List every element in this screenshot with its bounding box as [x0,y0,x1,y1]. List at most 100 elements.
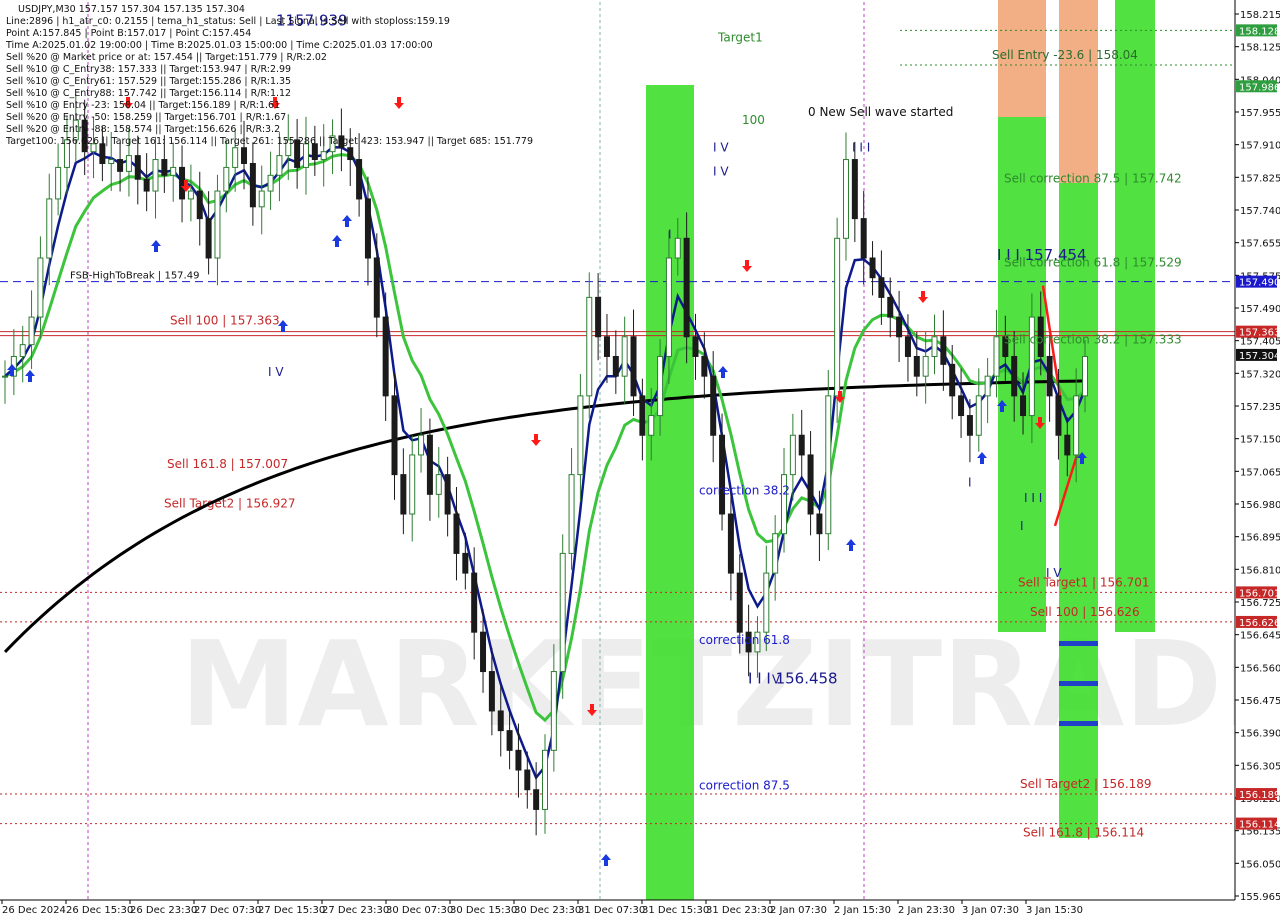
candle-body [249,162,256,208]
candle-body [683,237,690,338]
candle-body [834,237,841,397]
chart-root: MARKETZITRADE Sell 100 | 157.363 Sell 161… [0,0,1280,920]
candle-body [630,336,637,397]
annotation-1: 100 [742,113,765,127]
candle-body [586,296,593,397]
price-chart[interactable]: MARKETZITRADE Sell 100 | 157.363Sell 161… [0,0,1280,920]
y-tick-label: 156.980 [1240,500,1280,511]
candle-body [559,552,566,673]
price-badge-label: 157.363 [1239,328,1280,339]
y-tick-label: 157.320 [1240,369,1280,380]
candle-body [904,336,911,357]
annotation-3: I V [713,141,729,155]
x-tick-label: 27 Dec 15:30 [258,905,325,916]
candle-body [480,631,487,673]
annotation-15: I V [1046,566,1062,580]
candle-body [878,277,885,298]
y-tick-label: 157.490 [1240,304,1280,315]
y-tick-label: 157.655 [1240,239,1280,250]
zone-3 [1059,0,1098,183]
candle-body [692,336,699,357]
candle-body [719,434,726,515]
candle-body [435,474,442,495]
candle-body [170,166,177,176]
candle-body [816,513,823,535]
level-label-6: Sell Target2 | 156.189 [1020,777,1152,791]
candle-body [453,513,460,554]
y-tick-label: 157.065 [1240,467,1280,478]
x-tick-label: 26 Dec 2024 [2,905,66,916]
annotation-13: I V [713,164,729,178]
candle-body [807,454,814,515]
candle-body [19,344,26,357]
candle-body [471,572,478,633]
annotation-20: I [968,475,972,489]
candle-body [55,166,62,200]
candle-body [524,769,531,791]
candle-body [621,336,628,377]
annotation-14: I V [268,365,284,379]
candle-body [302,143,309,168]
price-badge-label: 156.701 [1239,588,1280,599]
price-badge-label: 157.304 [1239,351,1280,362]
price-badge-label: 156.626 [1239,618,1280,629]
annotation-7: correction 38.2 [699,483,790,497]
header-line-2: Point A:157.845 | Point B:157.017 | Poin… [6,28,251,39]
y-tick-label: 157.825 [1240,173,1280,184]
candle-body [267,174,274,192]
annotation-0: Target1 [717,30,763,44]
target-bar-0 [1059,641,1098,646]
x-tick-label: 2 Jan 15:30 [834,905,891,916]
level-label-0: Sell 100 | 157.363 [170,314,280,328]
candle-body [674,237,681,259]
zone-0 [646,85,694,900]
price-badge-label: 158.128 [1239,26,1280,37]
candle-body [542,749,548,810]
x-tick-label: 3 Jan 15:30 [1026,905,1083,916]
level-label-1: Sell 161.8 | 157.007 [167,457,288,471]
candle-body [772,533,779,574]
y-tick-label: 156.305 [1240,761,1280,772]
candle-body [37,257,44,318]
y-tick-label: 156.475 [1240,696,1280,707]
annotation-2: 0 New Sell wave started [808,105,953,119]
header-line-5: Sell %10 @ C_Entry38: 157.333 || Target:… [6,64,291,75]
candle-body [1055,395,1062,436]
candle-body [232,147,239,168]
y-tick-label: 156.390 [1240,729,1280,740]
candle-body [223,166,230,192]
candle-body [710,375,717,436]
candle-body [665,257,672,357]
candle-body [444,474,451,515]
x-tick-label: 26 Dec 23:30 [130,905,197,916]
price-badge-label: 157.490 [1239,278,1280,289]
candle-body [117,159,124,172]
candle-body [400,474,407,515]
y-tick-label: 158.125 [1240,43,1280,54]
candle-body [125,155,132,172]
y-tick-label: 157.150 [1240,435,1280,446]
header-line-1: Line:2896 | h1_atr_c0: 0.2155 | tema_h1_… [6,16,450,27]
candle-body [993,336,1000,377]
candle-body [657,355,664,417]
candle-body [639,395,646,436]
candle-body [701,355,708,377]
level-label-2: Sell Target2 | 156.927 [164,496,296,510]
level-label-5: Sell 100 | 156.626 [1030,605,1140,619]
candle-body [612,355,619,377]
price-badge-label: 156.189 [1239,790,1280,801]
candle-body [851,159,858,220]
x-tick-label: 30 Dec 15:30 [450,905,517,916]
x-tick-label: 2 Jan 07:30 [770,905,827,916]
header-line-7: Sell %10 @ C_Entry88: 157.742 || Target:… [6,88,291,99]
y-tick-label: 156.560 [1240,663,1280,674]
level-label-4: Sell Target1 | 156.701 [1018,575,1150,589]
x-tick-label: 30 Dec 23:30 [514,905,581,916]
target-bar-2 [1059,721,1098,726]
level-label-3: FSB-HighToBreak | 157.49 [70,271,199,282]
header-line-9: Sell %20 @ Entry -50: 158.259 || Target:… [6,112,286,123]
candle-body [913,355,920,377]
candle-body [320,151,327,161]
y-tick-label: 157.235 [1240,402,1280,413]
candle-body [940,336,947,365]
